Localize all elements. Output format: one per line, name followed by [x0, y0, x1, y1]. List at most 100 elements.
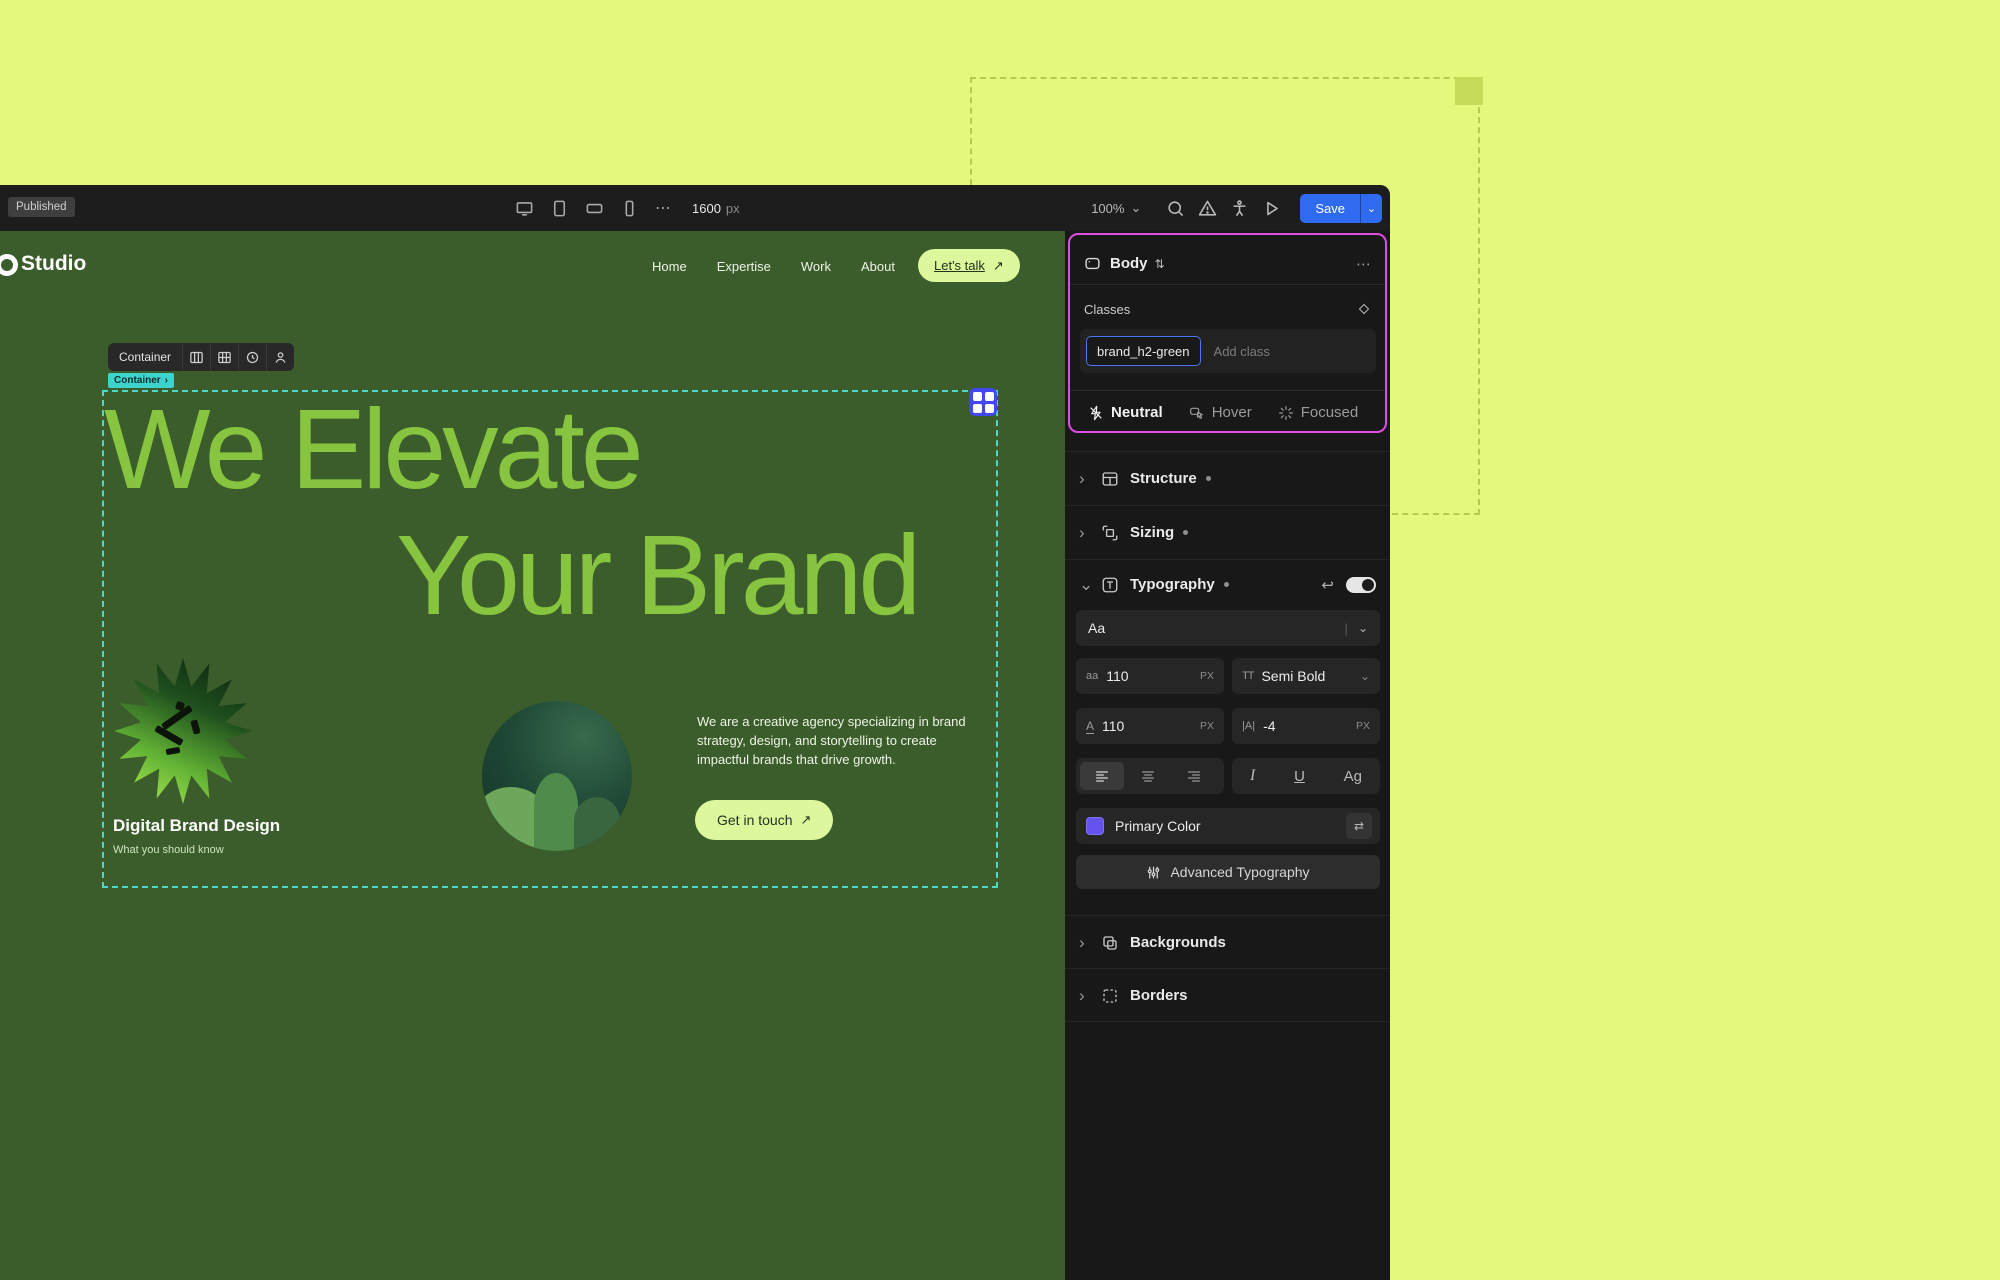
body-element-icon: [1084, 255, 1101, 272]
letter-spacing-value[interactable]: -4: [1263, 718, 1275, 734]
decor-square: [1455, 77, 1483, 105]
section-borders[interactable]: › Borders: [1065, 968, 1390, 1022]
save-dropdown-button[interactable]: ⌄: [1360, 194, 1382, 223]
starburst-graphic[interactable]: [114, 658, 252, 804]
selected-element-label[interactable]: Body: [1110, 255, 1148, 272]
canvas-width-unit: px: [726, 201, 740, 216]
font-size-field[interactable]: aa 110 PX: [1076, 658, 1224, 694]
advanced-typography-label: Advanced Typography: [1170, 864, 1309, 880]
section-backgrounds[interactable]: › Backgrounds: [1065, 915, 1390, 969]
element-menu-icon[interactable]: ⋯: [1356, 255, 1371, 273]
text-transform-button[interactable]: Ag: [1344, 768, 1362, 785]
section-sizing[interactable]: › Sizing: [1065, 505, 1390, 559]
color-link-button[interactable]: ⇄: [1346, 813, 1372, 839]
underline-button[interactable]: U: [1294, 768, 1305, 785]
font-weight-select[interactable]: TT Semi Bold ⌄: [1232, 658, 1380, 694]
section-label: Backgrounds: [1130, 934, 1226, 951]
user-icon[interactable]: [266, 343, 294, 371]
tool-doodle: [166, 747, 181, 755]
save-button[interactable]: Save: [1300, 194, 1360, 223]
align-left-button[interactable]: [1080, 762, 1124, 790]
site-logo[interactable]: Studio: [10, 252, 86, 276]
line-height-icon: A: [1086, 719, 1094, 734]
landscape-icon[interactable]: [585, 199, 604, 218]
zoom-control[interactable]: 100% ⌄: [1091, 200, 1141, 216]
nav-link-work[interactable]: Work: [801, 259, 831, 274]
published-badge[interactable]: Published: [8, 197, 75, 217]
about-paragraph[interactable]: We are a creative agency specializing in…: [697, 712, 977, 769]
warning-icon[interactable]: [1198, 199, 1217, 218]
typography-toggle[interactable]: [1346, 577, 1376, 593]
font-family-select[interactable]: Aa | ⌄: [1076, 610, 1380, 646]
arrow-up-right-icon: ↗: [801, 812, 812, 828]
line-height-unit[interactable]: PX: [1200, 720, 1214, 732]
font-weight-value[interactable]: Semi Bold: [1261, 668, 1325, 684]
section-typography[interactable]: ⌄ Typography ↩: [1065, 559, 1390, 609]
align-left-icon: [1094, 768, 1110, 784]
color-name: Primary Color: [1115, 818, 1201, 834]
state-tab-focused[interactable]: Focused: [1278, 404, 1359, 421]
decor-dashed-top: [970, 77, 1480, 79]
line-height-field[interactable]: A 110 PX: [1076, 708, 1224, 744]
class-input-area[interactable]: brand_h2-green Add class: [1080, 329, 1376, 373]
modified-dot: [1224, 582, 1229, 587]
phone-icon[interactable]: [620, 199, 639, 218]
modified-dot: [1183, 530, 1188, 535]
expand-classes-icon[interactable]: [1357, 302, 1371, 316]
line-height-value[interactable]: 110: [1102, 718, 1124, 734]
search-icon[interactable]: [1166, 199, 1185, 218]
play-icon[interactable]: [1262, 199, 1281, 218]
classes-header: Classes: [1070, 297, 1385, 321]
canvas-width-value[interactable]: 1600: [692, 201, 721, 216]
state-label: Neutral: [1111, 404, 1163, 421]
align-center-icon: [1140, 768, 1156, 784]
lets-talk-button[interactable]: Let's talk ↗: [918, 249, 1020, 282]
logo-mark-icon: [0, 254, 18, 276]
text-color-row[interactable]: Primary Color ⇄: [1076, 808, 1380, 844]
font-size-unit[interactable]: PX: [1200, 670, 1214, 682]
style-panel: Body ⇅ ⋯ Classes brand_h2-green Add clas…: [1065, 231, 1390, 1280]
color-swatch[interactable]: [1086, 817, 1104, 835]
chevron-down-icon: ⌄: [1360, 669, 1370, 683]
align-center-button[interactable]: [1126, 762, 1170, 790]
chevron-right-icon: ›: [165, 375, 168, 386]
get-in-touch-button[interactable]: Get in touch ↗: [695, 800, 833, 840]
more-devices-icon[interactable]: ⋯: [655, 198, 671, 218]
add-class-placeholder[interactable]: Add class: [1214, 344, 1270, 359]
section-label: Structure: [1130, 470, 1197, 487]
clock-icon[interactable]: [238, 343, 266, 371]
reset-icon[interactable]: ↩: [1321, 576, 1334, 594]
nav-link-about[interactable]: About: [861, 259, 895, 274]
advanced-typography-button[interactable]: Advanced Typography: [1076, 855, 1380, 889]
italic-button[interactable]: I: [1250, 767, 1255, 785]
device-switcher: ⋯: [515, 185, 671, 231]
feature-title[interactable]: Digital Brand Design: [113, 816, 280, 836]
hero-heading-line2[interactable]: Your Brand: [396, 519, 917, 632]
tablet-icon[interactable]: [550, 199, 569, 218]
feature-subtitle[interactable]: What you should know: [113, 844, 224, 856]
state-tab-hover[interactable]: Hover: [1189, 404, 1252, 421]
nav-link-expertise[interactable]: Expertise: [717, 259, 771, 274]
font-size-value[interactable]: 110: [1106, 668, 1128, 684]
hero-heading-line1[interactable]: We Elevate: [104, 393, 640, 506]
nav-link-home[interactable]: Home: [652, 259, 687, 274]
letter-spacing-field[interactable]: |A| -4 PX: [1232, 708, 1380, 744]
accessibility-icon[interactable]: [1230, 199, 1249, 218]
component-badge-icon[interactable]: [969, 388, 997, 416]
columns-icon[interactable]: [182, 343, 210, 371]
container-toolbar-label: Container: [108, 350, 182, 364]
state-tab-neutral[interactable]: Neutral: [1088, 404, 1163, 421]
align-right-button[interactable]: [1172, 762, 1216, 790]
section-structure[interactable]: › Structure: [1065, 451, 1390, 505]
backgrounds-icon: [1101, 934, 1119, 952]
chevron-right-icon: ›: [1079, 469, 1093, 489]
grid-icon[interactable]: [210, 343, 238, 371]
design-canvas[interactable]: Studio Home Expertise Work About Let's t…: [0, 231, 1065, 1280]
element-switch-icon[interactable]: ⇅: [1155, 257, 1165, 271]
letter-spacing-unit[interactable]: PX: [1356, 720, 1370, 732]
canvas-width-indicator: 1600 px: [692, 185, 740, 231]
desktop-icon[interactable]: [515, 199, 534, 218]
lightning-icon: [1088, 405, 1104, 421]
class-token[interactable]: brand_h2-green: [1086, 336, 1201, 366]
circle-image[interactable]: [482, 701, 632, 851]
